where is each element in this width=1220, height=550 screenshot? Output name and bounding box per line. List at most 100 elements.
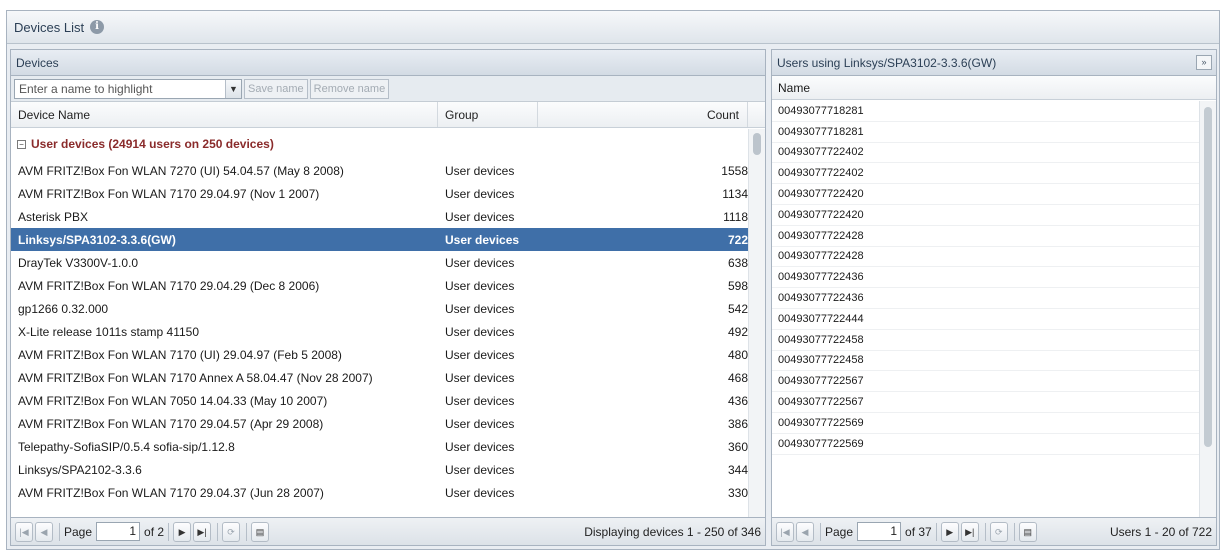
device-name-cell: AVM FRITZ!Box Fon WLAN 7270 (UI) 54.04.5… — [18, 163, 344, 178]
devices-panel-title: Devices — [16, 55, 59, 70]
user-row[interactable]: 00493077722458 — [772, 351, 1200, 372]
window-header: Devices List i — [7, 11, 1219, 44]
page-count-label: of 37 — [905, 524, 932, 539]
device-row[interactable]: Linksys/SPA2102-3.3.6 User devices 344 — [11, 458, 749, 481]
device-group-cell: User devices — [445, 209, 515, 224]
devices-list-window: Devices List i Devices Enter a name to h… — [6, 10, 1220, 550]
device-count-cell: 344 — [727, 462, 748, 477]
users-panel: Users using Linksys/SPA3102-3.3.6(GW) » … — [771, 49, 1217, 546]
device-row[interactable]: Linksys/SPA3102-3.3.6(GW) User devices 722 — [11, 228, 749, 251]
device-row[interactable]: Telepathy-SofiaSIP/0.5.4 sofia-sip/1.12.… — [11, 435, 749, 458]
refresh-icon[interactable]: ⟳ — [222, 521, 241, 542]
users-panel-title: Users using Linksys/SPA3102-3.3.6(GW) — [777, 55, 997, 70]
device-count-cell: 1118 — [723, 209, 748, 224]
users-panel-header: Users using Linksys/SPA3102-3.3.6(GW) » — [772, 50, 1216, 76]
device-row[interactable]: AVM FRITZ!Box Fon WLAN 7170 29.04.37 (Ju… — [11, 481, 749, 504]
prev-page-icon[interactable]: ◀ — [796, 521, 814, 542]
highlight-name-input[interactable]: Enter a name to highlight — [15, 82, 225, 96]
user-row[interactable]: 00493077722569 — [772, 413, 1200, 434]
device-row[interactable]: AVM FRITZ!Box Fon WLAN 7170 29.04.57 (Ap… — [11, 412, 749, 435]
device-name-cell: AVM FRITZ!Box Fon WLAN 7170 (UI) 29.04.9… — [18, 347, 342, 362]
devices-scrollbar-thumb[interactable] — [753, 133, 761, 155]
highlight-name-combo[interactable]: Enter a name to highlight ▼ — [14, 78, 242, 99]
device-count-cell: 542 — [727, 301, 748, 316]
user-row[interactable]: 00493077722428 — [772, 226, 1200, 247]
window-title: Devices List — [14, 19, 85, 35]
last-page-icon[interactable]: ▶| — [960, 521, 979, 542]
device-count-cell: 638 — [727, 255, 748, 270]
column-count[interactable]: Count — [538, 102, 748, 127]
column-user-name[interactable]: Name — [778, 81, 810, 95]
devices-pager-status: Displaying devices 1 - 250 of 346 — [584, 524, 761, 539]
export-icon[interactable]: ▤ — [251, 521, 270, 542]
collapse-icon[interactable]: − — [17, 139, 26, 149]
user-row[interactable]: 00493077722436 — [772, 288, 1200, 309]
user-row[interactable]: 00493077722444 — [772, 309, 1200, 330]
device-count-cell: 386 — [727, 416, 748, 431]
device-row[interactable]: Asterisk PBX User devices 1118 — [11, 205, 749, 228]
info-icon[interactable]: i — [90, 20, 105, 34]
device-count-cell: 1558 — [721, 163, 748, 178]
device-group-cell: User devices — [445, 324, 515, 339]
user-row[interactable]: 00493077722436 — [772, 267, 1200, 289]
column-group[interactable]: Group — [438, 102, 538, 127]
device-group-cell: User devices — [445, 439, 515, 454]
device-row[interactable]: AVM FRITZ!Box Fon WLAN 7170 (UI) 29.04.9… — [11, 343, 749, 366]
column-device-name[interactable]: Device Name — [11, 102, 438, 127]
device-row[interactable]: AVM FRITZ!Box Fon WLAN 7170 29.04.29 (De… — [11, 274, 749, 297]
device-name-cell: AVM FRITZ!Box Fon WLAN 7170 29.04.57 (Ap… — [18, 416, 324, 431]
refresh-icon[interactable]: ⟳ — [989, 521, 1008, 542]
pager-divider — [168, 522, 170, 541]
page-number-input[interactable]: 1 — [96, 522, 141, 541]
device-row[interactable]: AVM FRITZ!Box Fon WLAN 7170 29.04.97 (No… — [11, 182, 749, 205]
chevron-down-icon[interactable]: ▼ — [225, 79, 241, 98]
device-row[interactable]: AVM FRITZ!Box Fon WLAN 7170 Annex A 58.0… — [11, 366, 749, 389]
save-name-button[interactable]: Save name — [244, 78, 308, 99]
device-row[interactable]: DrayTek V3300V-1.0.0 User devices 638 — [11, 251, 749, 274]
device-name-cell: AVM FRITZ!Box Fon WLAN 7170 29.04.97 (No… — [18, 186, 320, 201]
user-row[interactable]: 00493077722420 — [772, 184, 1200, 205]
pager-divider — [820, 522, 821, 541]
device-group-cell: User devices — [445, 255, 515, 270]
first-page-icon[interactable]: |◀ — [15, 521, 33, 542]
remove-name-button[interactable]: Remove name — [309, 78, 390, 99]
device-group-cell: User devices — [445, 485, 515, 500]
device-row[interactable]: AVM FRITZ!Box Fon WLAN 7050 14.04.33 (Ma… — [11, 389, 749, 412]
export-icon[interactable]: ▤ — [1018, 521, 1037, 542]
page-number-input[interactable]: 1 — [857, 522, 902, 541]
device-row[interactable]: X-Lite release 1011s stamp 41150 User dev… — [11, 320, 749, 343]
devices-pager: |◀ ◀ Page 1 of 2 ▶ ▶| ⟳ ▤ Displaying dev… — [11, 517, 765, 545]
device-name-cell: gp1266 0.32.000 — [18, 301, 109, 316]
user-row[interactable]: 00493077722420 — [772, 205, 1200, 226]
user-row[interactable]: 00493077722567 — [772, 371, 1200, 393]
device-name-cell: DrayTek V3300V-1.0.0 — [18, 255, 139, 270]
last-page-icon[interactable]: ▶| — [193, 521, 212, 542]
user-row[interactable]: 00493077718281 — [772, 101, 1200, 122]
user-row[interactable]: 00493077722402 — [772, 143, 1200, 164]
pager-divider — [246, 522, 248, 541]
prev-page-icon[interactable]: ◀ — [35, 521, 53, 542]
next-page-icon[interactable]: ▶ — [173, 521, 192, 542]
pager-divider — [984, 522, 986, 541]
device-group-cell: User devices — [445, 416, 515, 431]
device-group-cell: User devices — [445, 301, 515, 316]
user-row[interactable]: 00493077722428 — [772, 247, 1200, 268]
user-row[interactable]: 00493077722402 — [772, 163, 1200, 185]
next-page-icon[interactable]: ▶ — [940, 521, 959, 542]
device-row[interactable]: gp1266 0.32.000 User devices 542 — [11, 297, 749, 320]
users-scrollbar[interactable] — [1199, 101, 1216, 518]
device-count-cell: 480 — [727, 347, 748, 362]
device-group-cell: User devices — [445, 347, 515, 362]
device-row[interactable]: AVM FRITZ!Box Fon WLAN 7270 (UI) 54.04.5… — [11, 159, 749, 182]
user-row[interactable]: 00493077718281 — [772, 122, 1200, 143]
expand-icon[interactable]: » — [1196, 55, 1212, 70]
device-name-cell: AVM FRITZ!Box Fon WLAN 7170 29.04.37 (Ju… — [18, 485, 324, 500]
device-group-cell: User devices — [445, 163, 515, 178]
devices-scrollbar[interactable] — [748, 129, 765, 521]
group-row-user-devices[interactable]: − User devices (24914 users on 250 devic… — [11, 129, 749, 159]
users-scrollbar-thumb[interactable] — [1204, 107, 1212, 447]
user-row[interactable]: 00493077722567 — [772, 392, 1200, 413]
user-row[interactable]: 00493077722458 — [772, 330, 1200, 351]
user-row[interactable]: 00493077722569 — [772, 434, 1200, 455]
first-page-icon[interactable]: |◀ — [776, 521, 794, 542]
